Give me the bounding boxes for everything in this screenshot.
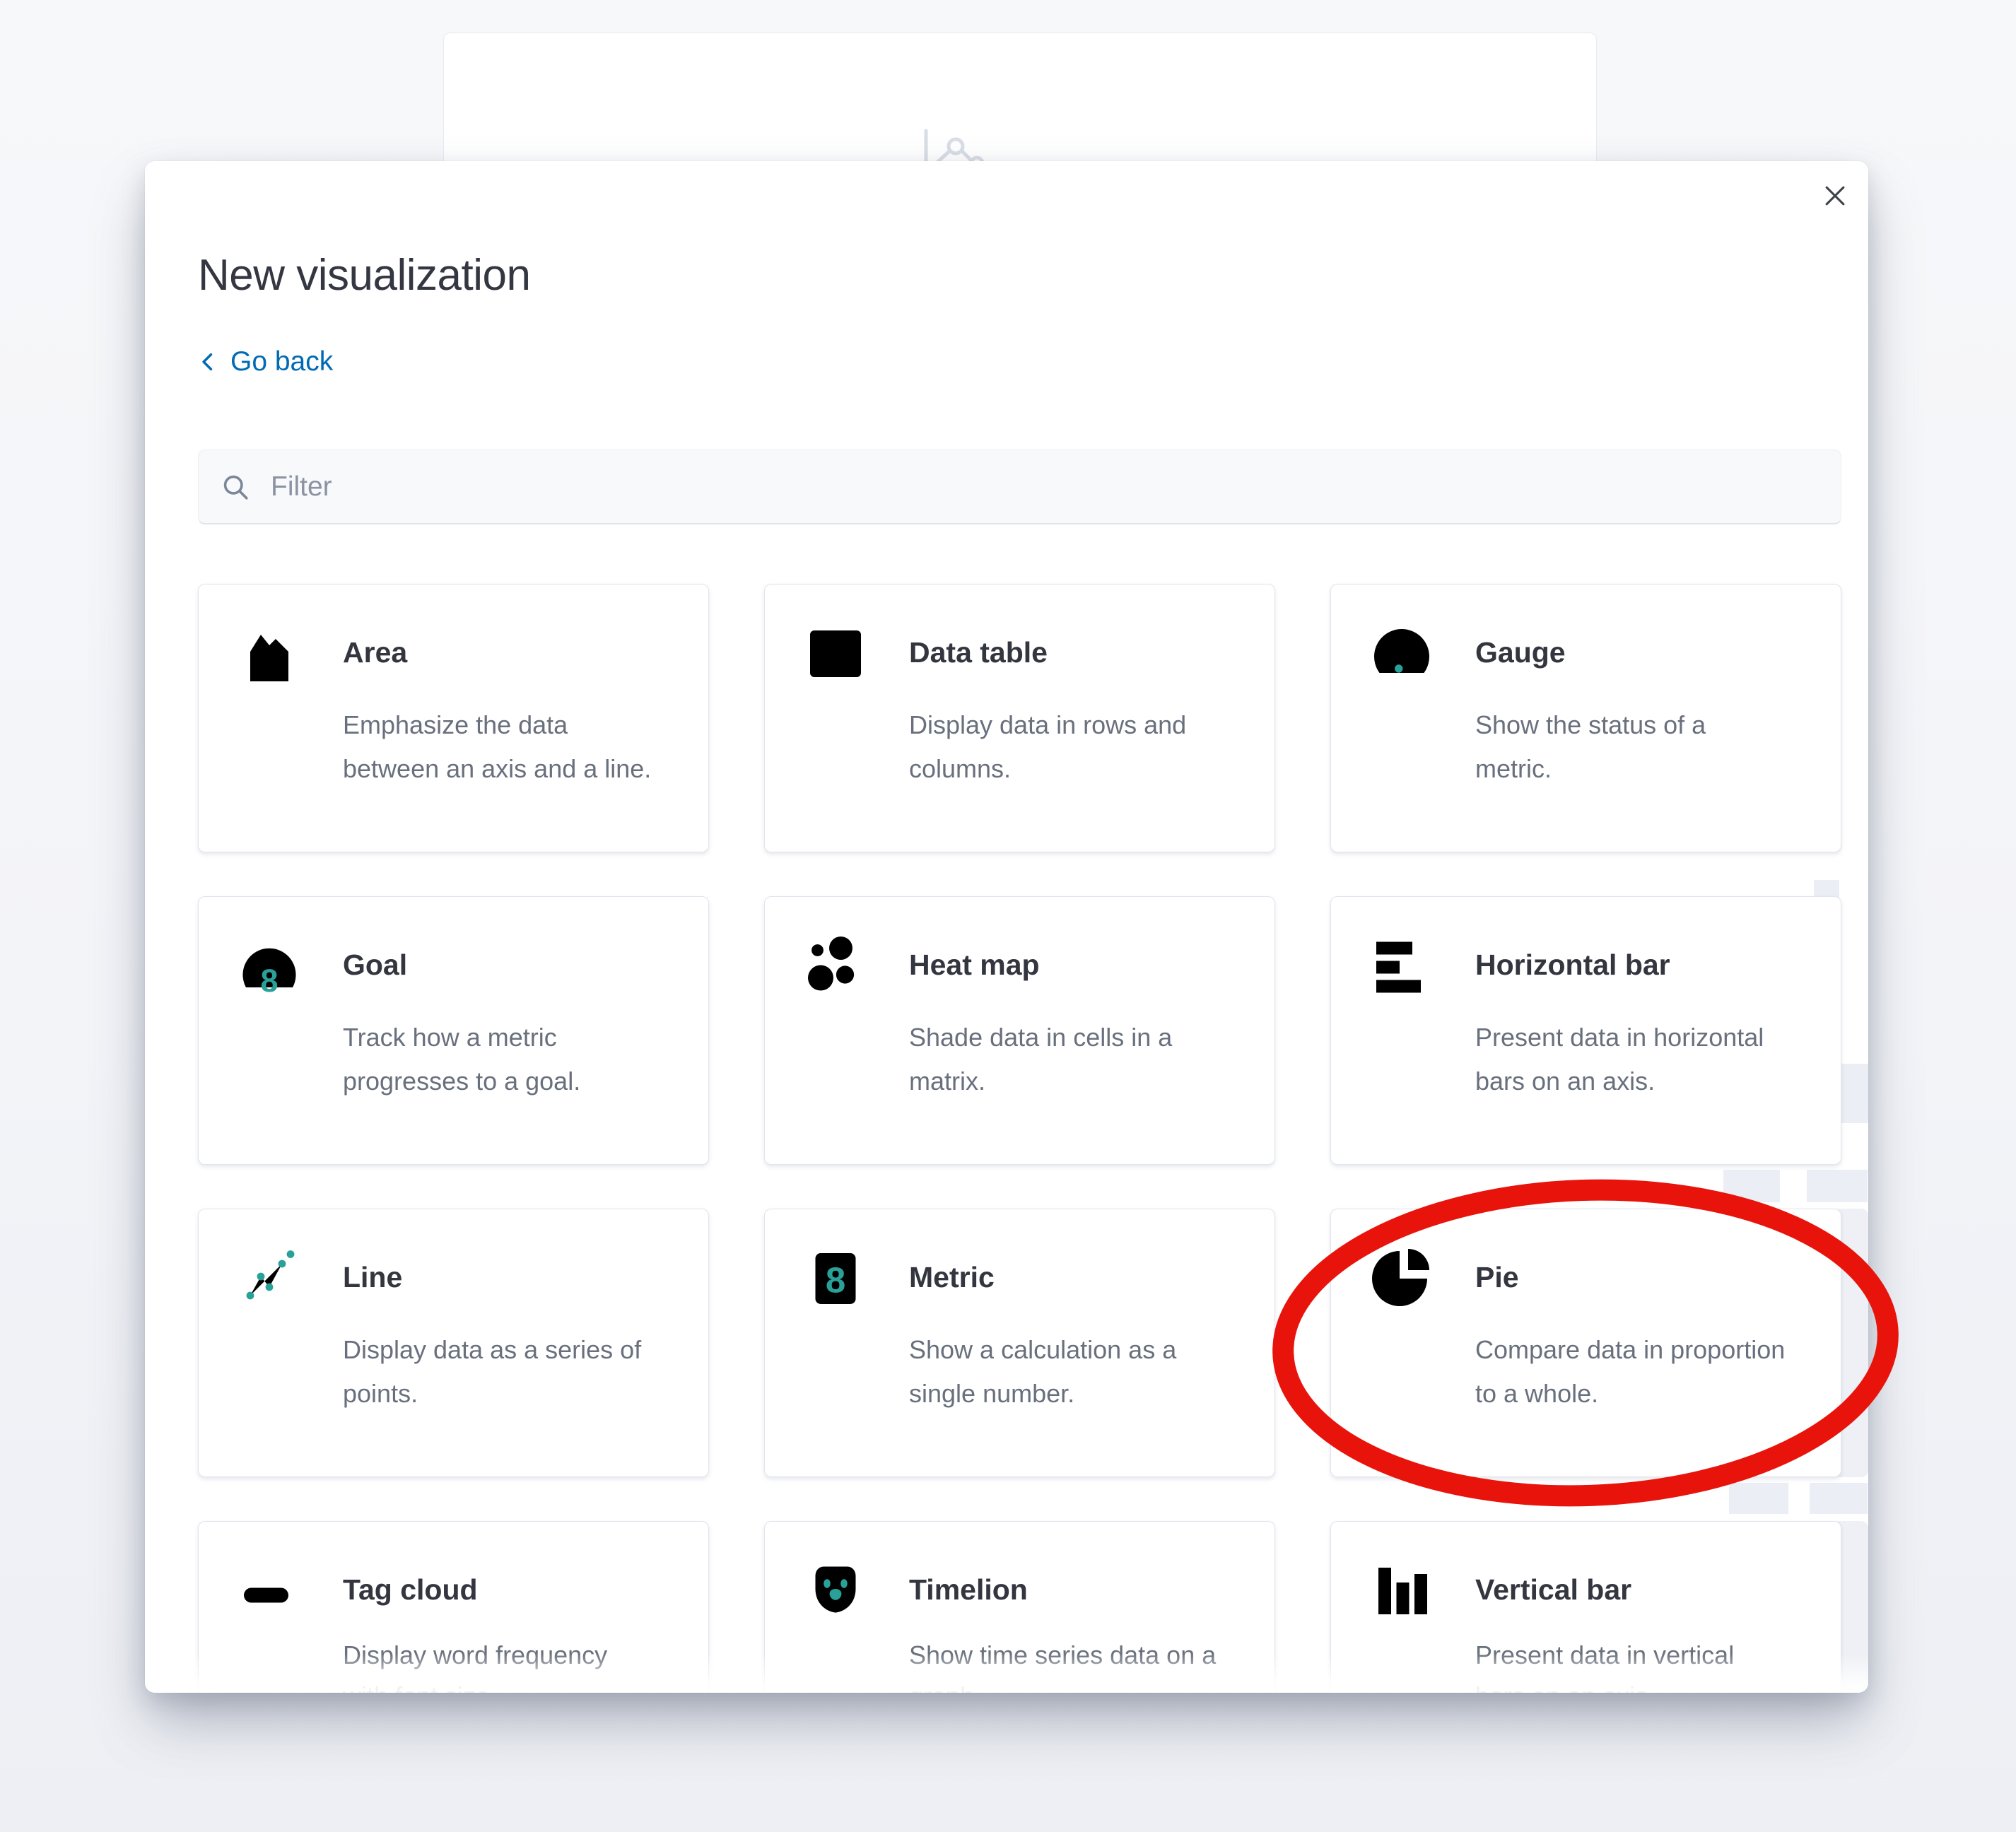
viz-card-title: Metric [909,1242,1246,1313]
horizontal-bar-icon [1368,932,1436,1000]
gauge-icon [1368,620,1436,688]
viz-card-description: Shade data in cells in a matrix. [909,1016,1220,1103]
viz-card-metric[interactable]: 8 Metric Show a calculation as a single … [764,1209,1275,1477]
viz-card-title: Horizontal bar [1475,929,1812,1000]
metric-icon: 8 [802,1245,869,1313]
viz-card-title: Pie [1475,1242,1812,1313]
timelion-icon [802,1557,869,1625]
viz-card-vertical-bar[interactable]: Vertical bar Present data in vertical ba… [1330,1521,1841,1693]
new-visualization-modal: New visualization Go back Area Emphasize… [145,161,1868,1693]
viz-card-title: Line [343,1242,680,1313]
vertical-bar-icon [1368,1557,1436,1625]
line-chart-icon [235,1245,303,1313]
viz-card-description: Show a calculation as a single number. [909,1328,1220,1416]
viz-card-title: Area [343,617,680,688]
viz-card-heat-map[interactable]: Heat map Shade data in cells in a matrix… [764,896,1275,1165]
filter-search-box [198,450,1841,524]
viz-card-goal[interactable]: 8 Goal Track how a metric progresses to … [198,896,709,1165]
viz-card-title: Goal [343,929,680,1000]
viz-card-description: Show time series data on a graph. [909,1635,1220,1693]
viz-card-description: Present data in horizontal bars on an ax… [1475,1016,1786,1103]
viz-card-description: Display data as a series of points. [343,1328,654,1416]
tag-cloud-icon [235,1557,303,1625]
viz-card-description: Track how a metric progresses to a goal. [343,1016,654,1103]
viz-card-description: Display data in rows and columns. [909,703,1220,791]
go-back-link[interactable]: Go back [198,346,333,377]
svg-text:8: 8 [826,1260,845,1300]
filter-input[interactable] [269,471,1819,503]
chevron-left-icon [198,351,219,372]
pie-chart-icon [1368,1245,1436,1313]
viz-card-tag-cloud[interactable]: Tag cloud Display word frequency with fo… [198,1521,709,1693]
viz-card-description: Present data in vertical bars on an axis… [1475,1635,1786,1693]
viz-card-data-table[interactable]: Data table Display data in rows and colu… [764,584,1275,852]
viz-grid: Area Emphasize the data between an axis … [198,584,1841,1693]
viz-card-description: Display word frequency with font size. [343,1635,654,1693]
close-icon[interactable] [1817,178,1853,213]
modal-title: New visualization [198,250,531,300]
background-page-card [443,33,1597,175]
viz-card-title: Gauge [1475,617,1812,688]
viz-card-description: Compare data in proportion to a whole. [1475,1328,1786,1416]
viz-card-timelion[interactable]: Timelion Show time series data on a grap… [764,1521,1275,1693]
viz-card-description: Show the status of a metric. [1475,703,1786,791]
goal-icon: 8 [235,932,303,1000]
viz-card-title: Data table [909,617,1246,688]
heat-map-icon [802,932,869,1000]
viz-card-area[interactable]: Area Emphasize the data between an axis … [198,584,709,852]
area-chart-icon [235,620,303,688]
viz-card-pie[interactable]: Pie Compare data in proportion to a whol… [1330,1209,1841,1477]
viz-card-description: Emphasize the data between an axis and a… [343,703,654,791]
viz-card-title: Vertical bar [1475,1554,1812,1625]
go-back-label: Go back [230,346,333,377]
svg-text:8: 8 [260,963,278,999]
search-icon [220,471,251,503]
viz-card-title: Timelion [909,1554,1246,1625]
data-table-icon [802,620,869,688]
viz-card-line[interactable]: Line Display data as a series of points. [198,1209,709,1477]
viz-card-horizontal-bar[interactable]: Horizontal bar Present data in horizonta… [1330,896,1841,1165]
viz-card-title: Tag cloud [343,1554,680,1625]
viz-card-title: Heat map [909,929,1246,1000]
viz-card-gauge[interactable]: Gauge Show the status of a metric. [1330,584,1841,852]
